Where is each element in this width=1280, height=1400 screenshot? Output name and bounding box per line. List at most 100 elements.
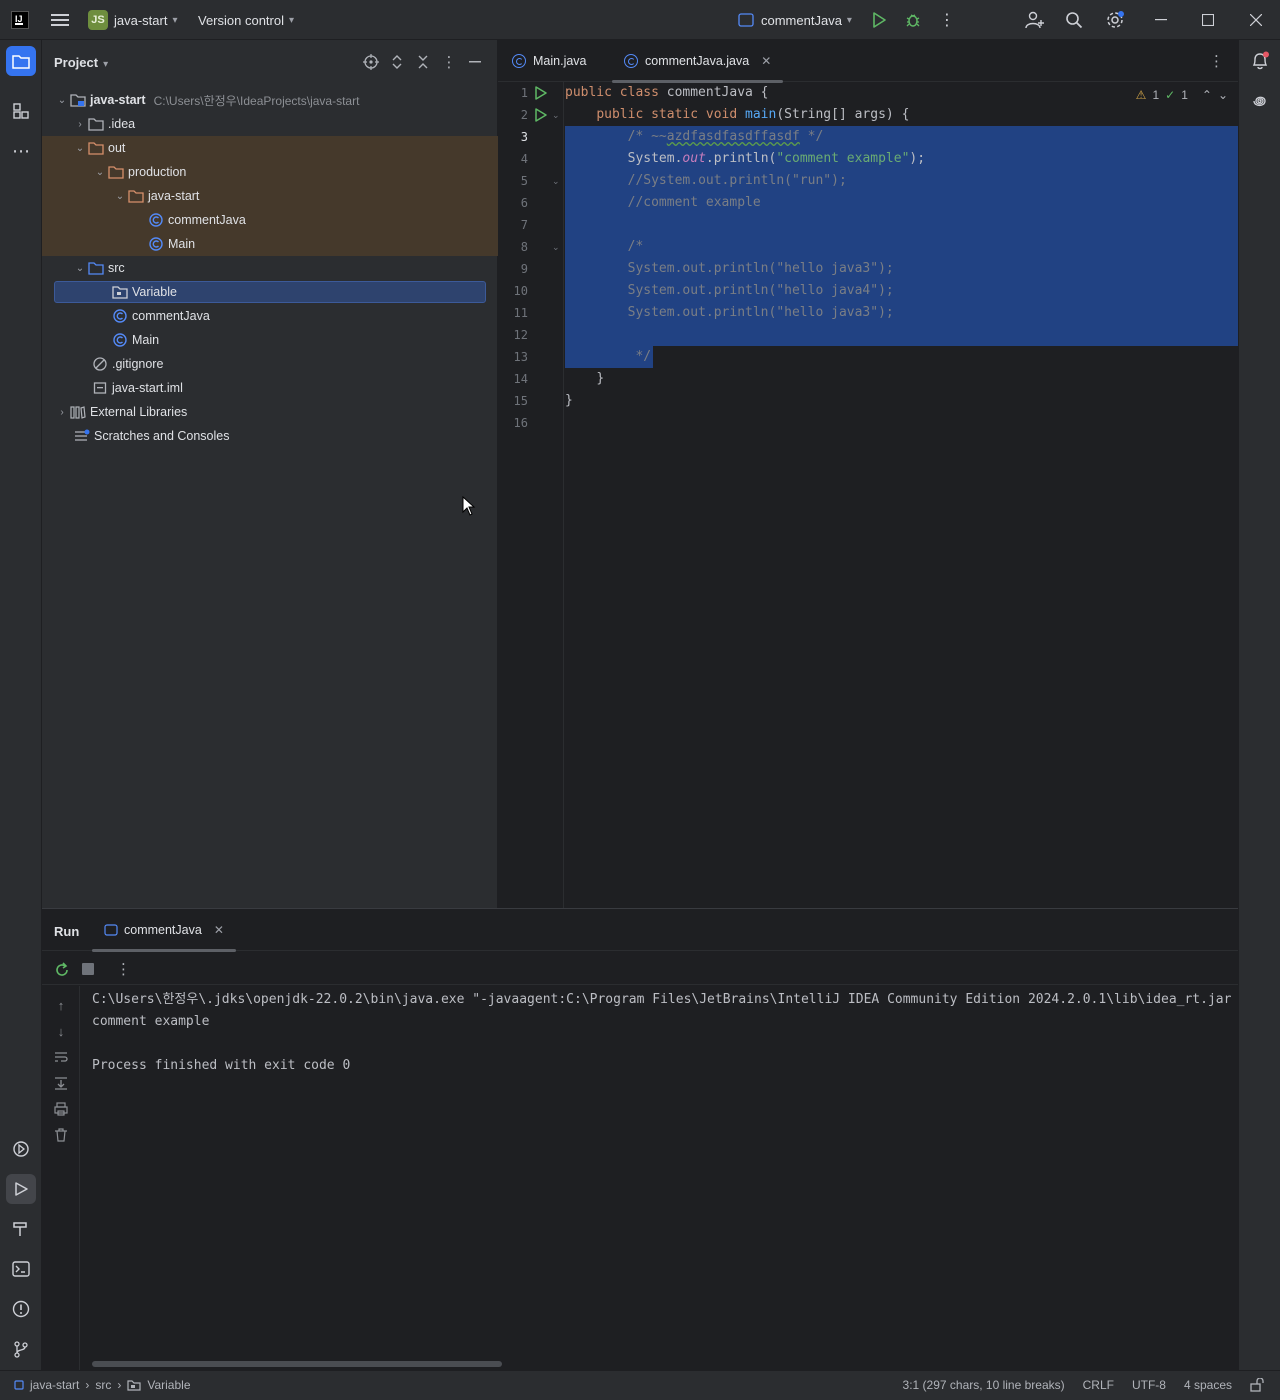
hammer-icon [13, 1222, 27, 1236]
run-button[interactable] [870, 0, 888, 40]
chevron-down-icon[interactable]: ⌄ [54, 95, 70, 106]
scroll-to-end-icon[interactable] [52, 1074, 70, 1092]
main-menu-icon[interactable] [48, 0, 72, 40]
vcs-selector[interactable]: Version control ▾ [198, 0, 294, 40]
indent-setting[interactable]: 4 spaces [1184, 1378, 1232, 1392]
chevron-down-icon[interactable]: ⌄ [92, 167, 108, 178]
caret-position[interactable]: 3:1 (297 chars, 10 line breaks) [903, 1378, 1065, 1392]
right-tool-strip [1238, 40, 1280, 1370]
package-icon [112, 284, 128, 300]
search-icon [1066, 12, 1083, 29]
expand-all-icon[interactable] [388, 52, 406, 72]
code-area[interactable]: public class commentJava { public static… [565, 82, 1238, 908]
locate-icon[interactable] [362, 52, 380, 72]
tree-row-idea[interactable]: › .idea [42, 112, 498, 136]
rerun-icon[interactable] [54, 962, 70, 978]
tab-main-java[interactable]: Main.java [512, 40, 587, 82]
tree-row-src[interactable]: ⌄ src [42, 256, 498, 280]
chevron-down-icon[interactable]: ⌄ [112, 191, 128, 202]
breadcrumb-project[interactable]: java-start [30, 1378, 79, 1392]
line-number: 6 [520, 196, 528, 210]
line-separator[interactable]: CRLF [1083, 1378, 1114, 1392]
run-side-toolbar: ↑ ↓ [42, 986, 80, 1371]
fold-icon[interactable]: ⌄ [552, 110, 560, 121]
run-config-selector[interactable]: commentJava ▾ [738, 0, 852, 40]
ai-assistant-button[interactable] [1245, 86, 1275, 116]
arrow-down-icon[interactable]: ↓ [52, 1022, 70, 1040]
hide-panel-icon[interactable] [466, 52, 484, 72]
tree-row-root[interactable]: ⌄ java-start C:\Users\한정우\IdeaProjects\j… [42, 88, 498, 112]
line-number: 4 [520, 152, 528, 166]
chevron-down-icon[interactable]: ⌄ [72, 263, 88, 274]
run-config-label: commentJava [761, 12, 842, 28]
more-actions-icon[interactable]: ⋮ [116, 960, 131, 978]
debug-button[interactable] [904, 0, 922, 40]
project-selector[interactable]: JS java-start ▾ [88, 0, 178, 40]
services-tool-button[interactable] [6, 1134, 36, 1164]
tree-row-src-main[interactable]: Main [42, 328, 498, 352]
tree-row-variable[interactable]: Variable [42, 280, 498, 304]
close-tab-icon[interactable]: ✕ [214, 923, 224, 937]
excluded-folder-icon [88, 140, 104, 156]
tree-row-out-commentjava[interactable]: commentJava [42, 208, 498, 232]
project-tool-button[interactable] [6, 46, 36, 76]
close-tab-icon[interactable]: ✕ [761, 54, 771, 68]
tree-row-iml[interactable]: java-start.iml [42, 376, 498, 400]
run-gutter-icon[interactable] [534, 86, 548, 100]
arrow-up-icon[interactable]: ↑ [52, 996, 70, 1014]
breadcrumb-src[interactable]: src [95, 1378, 111, 1392]
breadcrumb-variable[interactable]: Variable [147, 1378, 190, 1392]
trash-icon[interactable] [52, 1126, 70, 1144]
tree-row-production[interactable]: ⌄ production [42, 160, 498, 184]
close-window-button[interactable] [1248, 0, 1264, 40]
tab-commentjava-java[interactable]: commentJava.java ✕ [612, 40, 784, 83]
problems-tool-button[interactable] [6, 1294, 36, 1324]
build-tool-button[interactable] [6, 1214, 36, 1244]
chevron-right-icon[interactable]: › [54, 407, 70, 418]
tree-row-out[interactable]: ⌄ out [42, 136, 498, 160]
options-icon[interactable]: ⋮ [440, 52, 458, 72]
file-encoding[interactable]: UTF-8 [1132, 1378, 1166, 1392]
minimize-button[interactable] [1152, 0, 1170, 40]
chevron-right-icon[interactable]: › [72, 119, 88, 130]
run-gutter-icon[interactable] [534, 108, 548, 122]
print-icon[interactable] [52, 1100, 70, 1118]
run-tool-button[interactable] [6, 1174, 36, 1204]
notifications-button[interactable] [1245, 46, 1275, 76]
project-tree: ⌄ java-start C:\Users\한정우\IdeaProjects\j… [42, 88, 498, 448]
chevron-down-icon[interactable]: ⌄ [72, 143, 88, 154]
unlock-icon[interactable] [1250, 1378, 1264, 1392]
fold-icon[interactable]: ⌄ [552, 176, 560, 187]
collapse-all-icon[interactable] [414, 52, 432, 72]
more-tools-icon[interactable]: ⋯ [6, 136, 36, 166]
tree-row-scratches[interactable]: Scratches and Consoles [42, 424, 498, 448]
git-branch-icon [14, 1341, 28, 1358]
add-user-button[interactable] [1024, 0, 1046, 40]
maximize-button[interactable] [1200, 0, 1216, 40]
code-line: System.out.println("hello java4"); [627, 283, 894, 298]
settings-button[interactable] [1104, 0, 1126, 40]
bug-icon [906, 14, 920, 27]
stop-icon[interactable] [82, 963, 94, 975]
search-button[interactable] [1064, 0, 1084, 40]
source-folder-icon [88, 260, 104, 276]
console-output[interactable]: C:\Users\한정우\.jdks\openjdk-22.0.2\bin\ja… [92, 989, 1238, 1349]
terminal-tool-button[interactable] [6, 1254, 36, 1284]
line-number: 8 [520, 240, 528, 254]
horizontal-scrollbar[interactable] [92, 1361, 502, 1367]
git-tool-button[interactable] [6, 1334, 36, 1364]
tab-options-icon[interactable]: ⋮ [1209, 52, 1224, 70]
tree-row-gitignore[interactable]: .gitignore [42, 352, 498, 376]
structure-tool-button[interactable] [6, 96, 36, 126]
line-number: 14 [513, 372, 528, 386]
tree-row-src-commentjava[interactable]: commentJava [42, 304, 498, 328]
project-panel-title[interactable]: Project ▾ [54, 55, 108, 70]
fold-icon[interactable]: ⌄ [552, 242, 560, 253]
more-actions-icon[interactable]: ⋮ [939, 0, 955, 40]
code-line: /* ~~azdfasdfasdffasdf */ [627, 129, 824, 144]
tree-row-out-main[interactable]: Main [42, 232, 498, 256]
tree-row-out-java-start[interactable]: ⌄ java-start [42, 184, 498, 208]
tree-row-external-libraries[interactable]: › External Libraries [42, 400, 498, 424]
soft-wrap-icon[interactable] [52, 1048, 70, 1066]
run-tab-commentjava[interactable]: commentJava ✕ [92, 909, 236, 952]
